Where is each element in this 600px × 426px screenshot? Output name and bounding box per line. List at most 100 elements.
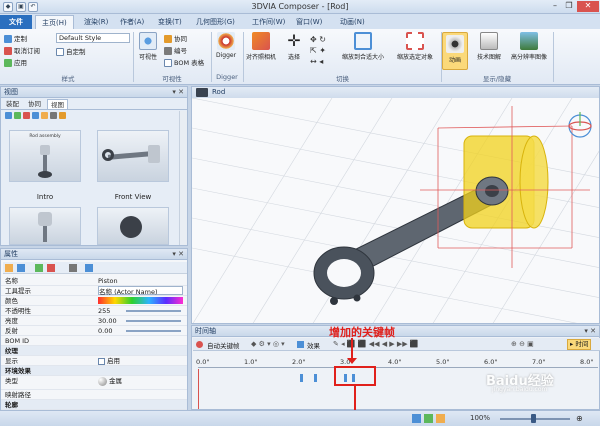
piston-thumb [40, 145, 50, 155]
visibility-button[interactable]: 可视性 [134, 32, 162, 61]
brightness-slider[interactable] [126, 320, 181, 322]
prop-section-environment[interactable]: 环境效果 [1, 366, 187, 376]
views-panel: 视图 ▾ ✕ 装配 协同 视图 Rod assembly Intro Front… [0, 86, 188, 246]
camera-view-icon[interactable] [32, 112, 39, 119]
view-thumbnail-intro[interactable]: Rod assembly [9, 130, 81, 182]
record-icon[interactable] [196, 341, 203, 348]
new-view-icon[interactable] [5, 112, 12, 119]
prop-section-texture[interactable]: 纹理 [1, 346, 187, 356]
tick-7: 7.0" [532, 358, 546, 366]
effects-icon [297, 341, 304, 348]
prop-row-map-path: 映射路径 [1, 390, 187, 400]
playback-controls[interactable]: ✎ ◂ ⬛ ⬛ ◀◀ ◀ ▶ ▶▶ ⬛ [333, 340, 419, 348]
folder-icon[interactable] [41, 112, 48, 119]
opacity-slider[interactable] [126, 310, 181, 312]
settings-icon[interactable] [69, 264, 77, 272]
zoom-fit-button[interactable]: 缩放到合适大小 [338, 32, 388, 61]
properties-toolbar [3, 262, 187, 274]
tool-icon[interactable] [50, 112, 57, 119]
zoom-slider-thumb[interactable] [531, 414, 536, 423]
crank-thumb [120, 216, 142, 238]
zoom-controls[interactable]: ⊕ ⊖ ▣ [511, 340, 534, 348]
update-view-icon[interactable] [14, 112, 21, 119]
tab-assembly[interactable]: 装配 [3, 99, 22, 109]
model-scene [192, 98, 599, 323]
effects-button[interactable]: 效果 [307, 340, 320, 350]
style-select[interactable]: Default Style [56, 33, 130, 43]
tab-file[interactable]: 文件 [0, 15, 32, 29]
3d-viewport[interactable]: Rod [191, 86, 600, 324]
minimize-button[interactable]: – [548, 1, 562, 12]
tab-collaboration[interactable]: 协同 [25, 99, 44, 109]
pin-icon[interactable] [85, 264, 93, 272]
color-gradient-picker[interactable] [98, 297, 183, 304]
prop-section-outline[interactable]: 轮廓 [1, 400, 187, 410]
tick-8: 8.0" [580, 358, 594, 366]
window-title: 3DVIA Composer - [Rod] [251, 2, 349, 11]
status-icon[interactable] [412, 414, 421, 423]
reflection-slider[interactable] [126, 330, 181, 332]
zoom-selected-button[interactable]: 缩放选定对象 [390, 32, 440, 61]
cancel-define-button[interactable]: 取消订阅 [4, 45, 40, 55]
prop-row-display: 显示 启用 [1, 356, 187, 366]
panel-close-icon[interactable]: ▾ ✕ [584, 327, 596, 335]
number-button[interactable]: 编号 [164, 45, 187, 55]
tab-views[interactable]: 视图 [47, 99, 68, 109]
cooperate-button[interactable]: 协同 [164, 33, 187, 43]
status-icon[interactable] [436, 414, 445, 423]
filter-icon[interactable] [47, 264, 55, 272]
zoom-fit-icon [354, 32, 372, 50]
keyframe-tools-icons[interactable]: ◆ ⚙ ▾ ◎ ▾ [251, 340, 285, 348]
hires-image-button[interactable]: 高分辨率图像 [508, 32, 550, 61]
panel-close-icon[interactable]: ▾ ✕ [172, 250, 184, 258]
cooperate-icon [164, 35, 172, 43]
divider [1, 109, 187, 110]
refresh-icon[interactable] [35, 264, 43, 272]
custom-defined-checkbox[interactable]: 自定制 [56, 46, 86, 56]
keyframe-marker[interactable] [314, 374, 317, 382]
display-checkbox[interactable]: 启用 [98, 356, 183, 366]
digger-button[interactable]: Digger [212, 32, 240, 59]
sort-icon[interactable] [17, 264, 25, 272]
prop-row-brightness: 亮度 30.00 [1, 316, 187, 326]
apply-button[interactable]: 应用 [4, 57, 27, 67]
keyframe-marker[interactable] [300, 374, 303, 382]
check-icon[interactable] [59, 112, 66, 119]
group-separator [553, 32, 554, 82]
tab-author[interactable]: 作者(A) [114, 15, 150, 29]
close-button[interactable]: ✕ [577, 1, 599, 12]
annotation-arrow-shaft [351, 338, 353, 360]
tab-workshop[interactable]: 工作间(W) [246, 15, 291, 29]
align-camera-button[interactable]: 对齐照相机 [245, 32, 277, 61]
view-thumbnail-3[interactable] [9, 207, 81, 245]
tab-transform[interactable]: 变换(T) [152, 15, 188, 29]
time-mode-button[interactable]: ▸ 时间 [567, 339, 592, 350]
views-scrollbar[interactable] [179, 111, 187, 245]
panel-close-icon[interactable]: ▾ ✕ [172, 88, 184, 96]
select-button[interactable]: ✛ 选择 [280, 32, 308, 62]
type-select[interactable]: 金属 [98, 376, 183, 386]
viewport-tab[interactable]: Rod [192, 87, 599, 98]
bom-table-button[interactable]: BOM 表格 [164, 57, 204, 67]
maximize-button[interactable]: ❐ [562, 1, 576, 12]
view-thumbnail-front[interactable] [97, 130, 169, 182]
thumbnail-label-front: Front View [114, 193, 152, 201]
tab-home[interactable]: 主页(H) [35, 15, 74, 29]
animation-toggle-button[interactable]: 动画 [442, 32, 468, 70]
playhead[interactable] [198, 369, 199, 409]
category-icon[interactable] [5, 264, 13, 272]
view-thumbnail-4[interactable] [97, 207, 169, 245]
define-button[interactable]: 定制 [4, 33, 27, 43]
zoom-in-icon[interactable]: ⊕ [576, 414, 583, 423]
delete-view-icon[interactable] [23, 112, 30, 119]
tab-render[interactable]: 渲染(R) [78, 15, 114, 29]
bom-icon [164, 59, 172, 67]
auto-keyframe-button[interactable]: 自动关键帧 [207, 340, 240, 350]
tech-illustration-button[interactable]: 技术图解 [472, 32, 506, 61]
tab-animation[interactable]: 动画(N) [334, 15, 371, 29]
checkbox-icon [98, 357, 105, 365]
tab-geometry[interactable]: 几何图形(G) [190, 15, 241, 29]
status-icon[interactable] [424, 414, 433, 423]
group-label-visibility: 可视性 [162, 75, 182, 83]
tab-window[interactable]: 窗口(W) [290, 15, 328, 29]
